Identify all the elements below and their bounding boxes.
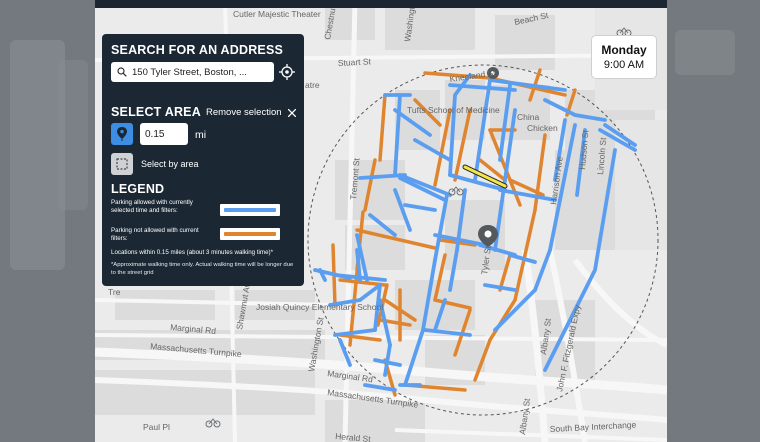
- map-label-china: China: [517, 112, 539, 122]
- search-title: SEARCH FOR AN ADDRESS: [111, 43, 284, 57]
- map-label-cutler: Cutler Majestic Theater: [233, 9, 321, 19]
- legend-not-allowed-swatch: [220, 228, 280, 240]
- remove-selection-label: Remove selection: [206, 107, 282, 118]
- radius-input[interactable]: [140, 123, 188, 145]
- map-label-atre: atre: [305, 80, 320, 90]
- legend-allowed-label: Parking allowed with currently selected …: [111, 199, 193, 214]
- control-panel: SEARCH FOR AN ADDRESS SELECT AREA Remove…: [102, 34, 304, 286]
- select-by-area-button[interactable]: [111, 153, 133, 175]
- map-label-stuart: Stuart St: [338, 56, 372, 68]
- select-area-title: SELECT AREA: [111, 105, 201, 119]
- map-label-chicken: Chicken: [527, 123, 558, 133]
- background-left-blur: [0, 0, 95, 442]
- map-label-josiah: Josiah Quincy Elementary School: [256, 302, 383, 312]
- remove-selection-button[interactable]: Remove selection: [206, 107, 296, 118]
- day-label: Monday: [601, 43, 647, 57]
- locations-note: Locations within 0.15 miles (about 3 min…: [111, 249, 273, 256]
- legend-allowed-swatch: [220, 204, 280, 216]
- select-by-area-label: Select by area: [141, 159, 199, 169]
- dashed-square-icon: [116, 158, 128, 170]
- magnifier-icon: [117, 67, 127, 77]
- legend-not-allowed-label: Parking not allowed with current filters…: [111, 227, 199, 242]
- address-search-box[interactable]: [111, 62, 274, 82]
- parking-map-app: Cutler Majestic Theater Chestnut St Beac…: [95, 0, 667, 442]
- address-input[interactable]: [132, 66, 267, 78]
- crosshair-icon[interactable]: [279, 64, 295, 80]
- background-right-blur: [667, 0, 760, 442]
- map-label-tufts: Tufts School of Medicine: [407, 105, 500, 115]
- top-bar: [95, 0, 667, 8]
- map-label-paul: Paul Pl: [143, 422, 170, 432]
- close-icon: [287, 108, 296, 117]
- radius-unit: mi: [195, 129, 207, 141]
- walking-time-note: *Approximate walking time only. Actual w…: [111, 262, 294, 276]
- map-label-tre: Tre: [108, 287, 121, 297]
- time-label: 9:00 AM: [603, 59, 645, 71]
- map-pin-icon: [117, 127, 127, 141]
- radius-select-button[interactable]: [111, 123, 133, 145]
- day-time-card[interactable]: Monday 9:00 AM: [592, 36, 656, 78]
- legend-title: LEGEND: [111, 182, 165, 196]
